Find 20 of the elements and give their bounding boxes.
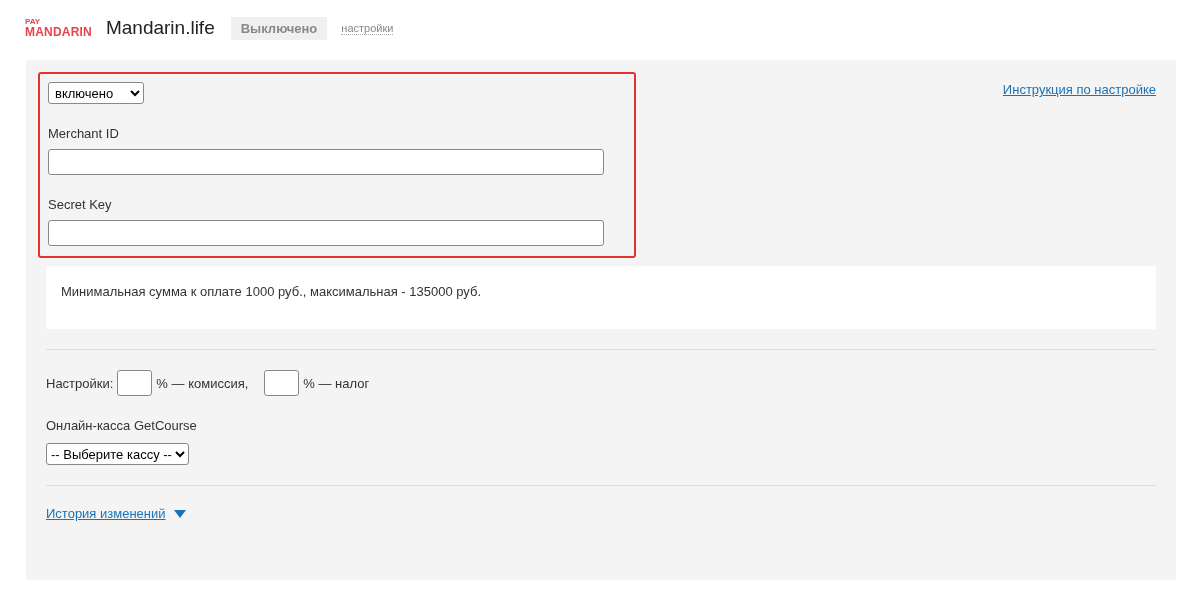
status-select[interactable]: включено (48, 82, 144, 104)
commission-label: % — комиссия, (156, 375, 249, 391)
field-label: Merchant ID (48, 126, 119, 141)
history-link[interactable]: История изменений (46, 506, 166, 521)
page-title: Mandarin.life (105, 17, 215, 39)
notice-text: Минимальная сумма к оплате 1000 руб., максимальная - 135000 руб. (46, 266, 1156, 329)
tax-label: % — налог (303, 375, 370, 391)
status-badge: Выключено (230, 16, 328, 40)
commission-field[interactable] (117, 370, 153, 396)
input-field[interactable] (48, 220, 604, 246)
field-label: Secret Key (48, 197, 112, 212)
tax-field[interactable] (264, 370, 300, 396)
settings-label: Настройки: (46, 375, 114, 391)
cashbox-select[interactable]: -- Выберите кассу -- (46, 443, 189, 465)
caret-icon[interactable] (173, 509, 186, 518)
cashbox-label: Онлайн-касса GetCourse (46, 418, 198, 433)
input-field[interactable] (48, 149, 604, 175)
settings-link[interactable]: настройки (341, 21, 394, 35)
instruction-link[interactable]: Инструкция по настройке (1002, 82, 1156, 97)
logo: PAY MANDARIN (25, 18, 92, 38)
